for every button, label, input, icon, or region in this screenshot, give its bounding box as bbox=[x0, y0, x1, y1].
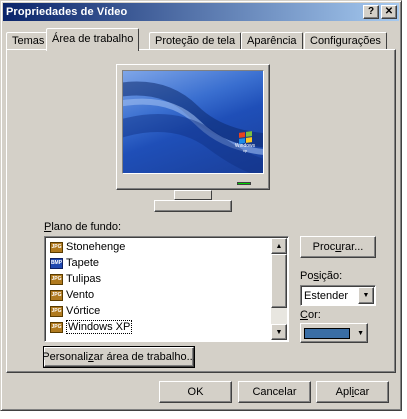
arrow-down-icon: ▼ bbox=[275, 328, 283, 336]
background-label: Plano de fundo: bbox=[44, 221, 122, 233]
chevron-down-icon: ▼ bbox=[357, 329, 364, 337]
color-swatch bbox=[304, 327, 350, 339]
jpg-file-icon: JPG bbox=[50, 305, 63, 317]
position-label: Posição: bbox=[300, 270, 343, 282]
list-item-label: Tapete bbox=[66, 257, 100, 269]
scroll-thumb[interactable] bbox=[271, 254, 287, 308]
help-button[interactable]: ? bbox=[363, 5, 379, 19]
windows-flag-icon bbox=[238, 131, 252, 144]
monitor-preview: Windows xp bbox=[116, 64, 270, 190]
list-item[interactable]: JPG Tulipas bbox=[48, 271, 270, 287]
tab-appearance[interactable]: Aparência bbox=[241, 32, 303, 50]
jpg-file-icon: JPG bbox=[50, 273, 63, 285]
apply-button[interactable]: Apl i car bbox=[316, 381, 389, 403]
cancel-button[interactable]: Cancelar bbox=[238, 381, 311, 403]
window-title: Propriedades de Vídeo bbox=[6, 6, 128, 18]
list-item[interactable]: JPG Vórtice bbox=[48, 303, 270, 319]
position-dropdown-button[interactable]: ▼ bbox=[358, 287, 374, 304]
arrow-up-icon: ▲ bbox=[275, 242, 283, 250]
power-led bbox=[237, 182, 251, 185]
position-select[interactable]: Estender ▼ bbox=[300, 285, 376, 306]
list-item[interactable]: JPG Vento bbox=[48, 287, 270, 303]
bmp-file-icon: BMP bbox=[50, 257, 63, 269]
list-item[interactable]: BMP Tapete bbox=[48, 255, 270, 271]
jpg-file-icon: JPG bbox=[50, 241, 63, 253]
close-icon: ✕ bbox=[384, 6, 394, 17]
tab-themes[interactable]: Temas bbox=[6, 32, 51, 50]
windows-logo: Windows xp bbox=[233, 131, 257, 153]
tab-screensaver[interactable]: Proteção de tela bbox=[149, 32, 242, 50]
tab-desktop[interactable]: Área de trabalho bbox=[46, 28, 140, 51]
close-button[interactable]: ✕ bbox=[381, 5, 397, 19]
list-item-label: Tulipas bbox=[66, 273, 102, 285]
list-item-label: Vento bbox=[66, 289, 95, 301]
position-value: Estender bbox=[304, 289, 349, 302]
background-listbox[interactable]: JPG Stonehenge BMP Tapete JPG Tulipas JP… bbox=[44, 236, 289, 342]
title-bar-buttons: ? ✕ bbox=[363, 5, 397, 19]
title-bar[interactable]: Propriedades de Vídeo ? ✕ bbox=[3, 3, 399, 21]
list-item-selected[interactable]: JPG Windows XP bbox=[48, 319, 270, 335]
chevron-down-icon: ▼ bbox=[362, 292, 370, 299]
list-item-label: Vórtice bbox=[66, 305, 101, 317]
browse-button[interactable]: Proc u rar... bbox=[300, 236, 376, 258]
customize-desktop-button[interactable]: Personali z ar área de trabalho... bbox=[42, 346, 196, 368]
wallpaper-swoosh bbox=[123, 81, 263, 173]
list-scrollbar[interactable]: ▲ ▼ bbox=[271, 238, 287, 340]
color-label: Cor: bbox=[300, 309, 321, 321]
windows-logo-xp: xp bbox=[242, 148, 248, 153]
list-item[interactable]: JPG Stonehenge bbox=[48, 239, 270, 255]
jpg-file-icon: JPG bbox=[50, 289, 63, 301]
wallpaper-preview: Windows xp bbox=[122, 70, 264, 174]
monitor-stand-neck bbox=[174, 190, 212, 200]
jpg-file-icon: JPG bbox=[50, 321, 63, 333]
scroll-down-button[interactable]: ▼ bbox=[271, 324, 287, 340]
list-item-label: Windows XP bbox=[66, 320, 133, 334]
scroll-up-button[interactable]: ▲ bbox=[271, 238, 287, 254]
ok-button[interactable]: OK bbox=[159, 381, 232, 403]
monitor-stand-base bbox=[154, 200, 232, 212]
list-item-label: Stonehenge bbox=[66, 241, 126, 253]
tab-settings[interactable]: Configurações bbox=[304, 32, 387, 50]
background-list: JPG Stonehenge BMP Tapete JPG Tulipas JP… bbox=[48, 239, 270, 335]
color-picker-button[interactable]: ▼ bbox=[300, 323, 368, 343]
